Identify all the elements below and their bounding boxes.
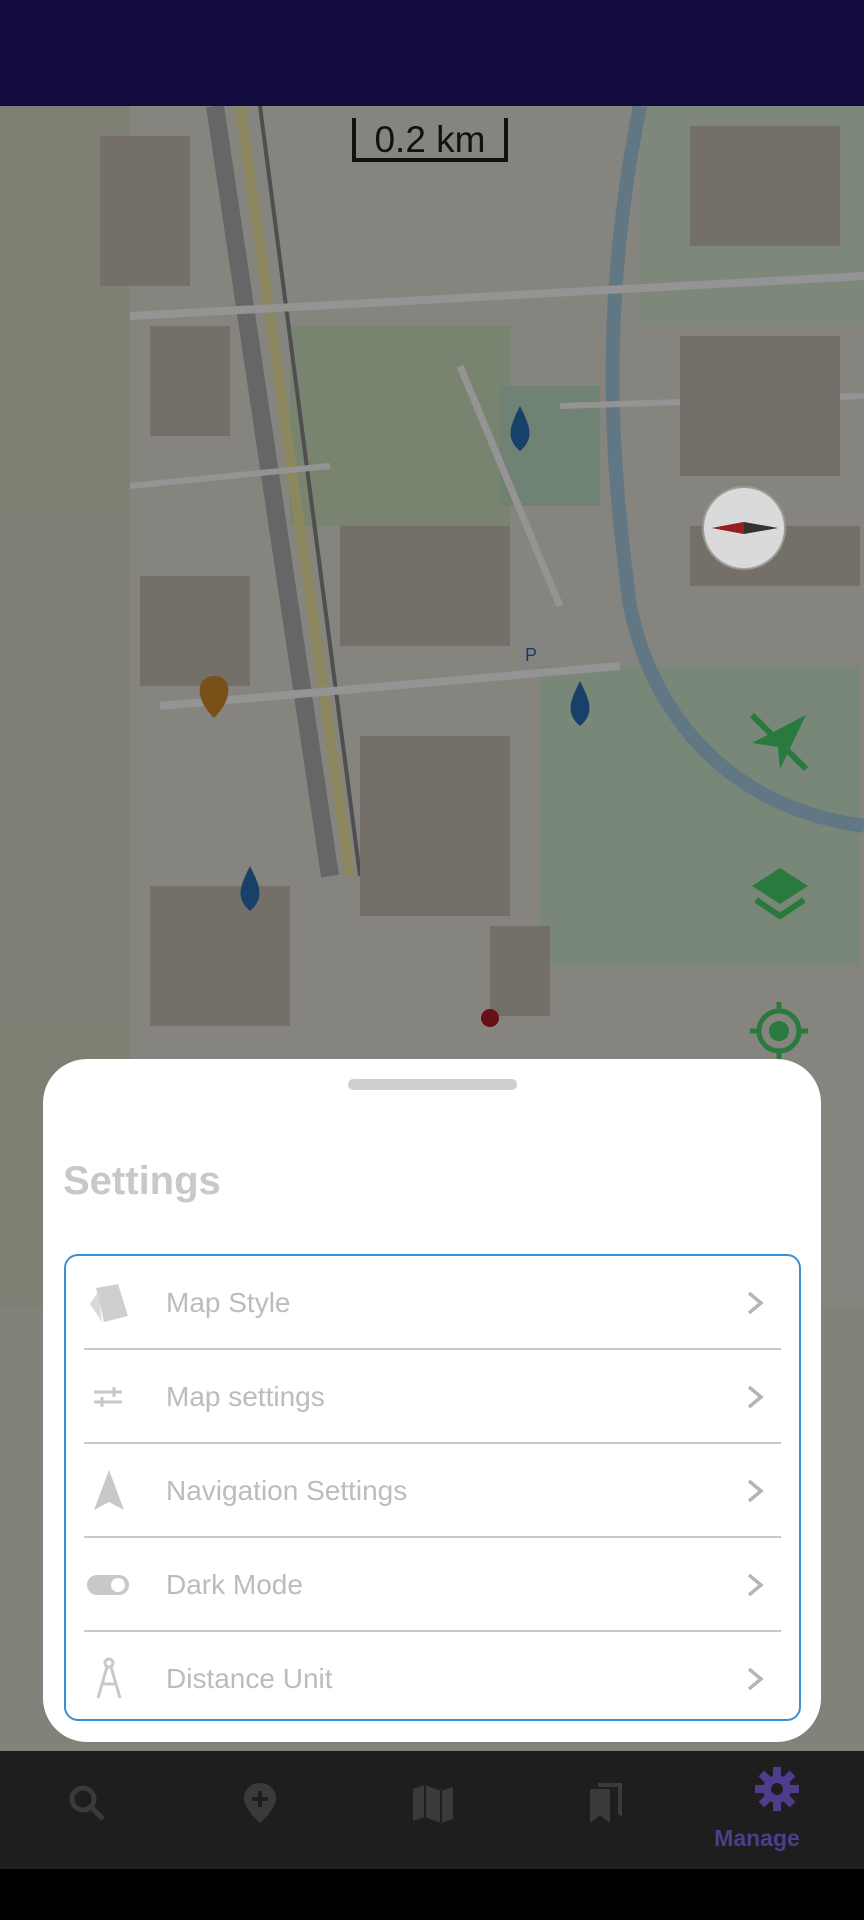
compass-divider-icon: [84, 1654, 134, 1704]
bottom-navigation: Manage: [0, 1751, 864, 1869]
settings-list: Map Style Map settings Navigation Settin…: [64, 1254, 801, 1721]
nav-manage[interactable]: Manage: [714, 1751, 864, 1869]
chevron-right-icon: [745, 1573, 765, 1597]
status-bar: [0, 0, 864, 106]
toggle-icon: [84, 1560, 134, 1610]
sliders-icon: [84, 1372, 134, 1422]
map-icon: [411, 1781, 455, 1825]
nav-search[interactable]: [25, 1751, 145, 1869]
nav-manage-label: Manage: [714, 1825, 800, 1851]
nav-add-place[interactable]: [198, 1751, 318, 1869]
chevron-right-icon: [745, 1479, 765, 1503]
chevron-right-icon: [745, 1385, 765, 1409]
settings-item-dark-mode[interactable]: Dark Mode: [84, 1538, 781, 1632]
map-scale-bar: 0.2 km: [352, 118, 508, 162]
settings-item-navigation-settings[interactable]: Navigation Settings: [84, 1444, 781, 1538]
settings-bottom-sheet: Settings Map Style Map settings Navigati…: [43, 1059, 821, 1742]
chevron-right-icon: [745, 1667, 765, 1691]
navigation-arrow-icon: [84, 1466, 134, 1516]
sheet-title: Settings: [63, 1159, 221, 1203]
settings-item-label: Dark Mode: [166, 1569, 303, 1600]
system-navigation-area: [0, 1869, 864, 1920]
bookmarks-icon: [584, 1781, 628, 1825]
settings-item-label: Distance Unit: [166, 1663, 333, 1694]
settings-item-label: Map settings: [166, 1381, 325, 1412]
gear-icon: [755, 1767, 799, 1811]
compass-icon[interactable]: [702, 486, 786, 570]
nav-map[interactable]: [371, 1751, 491, 1869]
map-style-icon: [84, 1278, 134, 1328]
locate-icon[interactable]: [750, 1002, 808, 1060]
navigation-off-icon[interactable]: [744, 707, 814, 777]
sheet-drag-handle[interactable]: [348, 1079, 517, 1090]
chevron-right-icon: [745, 1291, 765, 1315]
settings-item-label: Map Style: [166, 1287, 291, 1318]
settings-item-map-style[interactable]: Map Style: [84, 1256, 781, 1350]
nav-bookmarks[interactable]: [544, 1751, 664, 1869]
add-place-icon: [238, 1781, 282, 1825]
settings-item-label: Navigation Settings: [166, 1475, 408, 1506]
settings-item-map-settings[interactable]: Map settings: [84, 1350, 781, 1444]
search-icon: [65, 1781, 109, 1825]
layers-icon[interactable]: [748, 864, 812, 928]
settings-item-distance-unit[interactable]: Distance Unit: [84, 1632, 781, 1726]
